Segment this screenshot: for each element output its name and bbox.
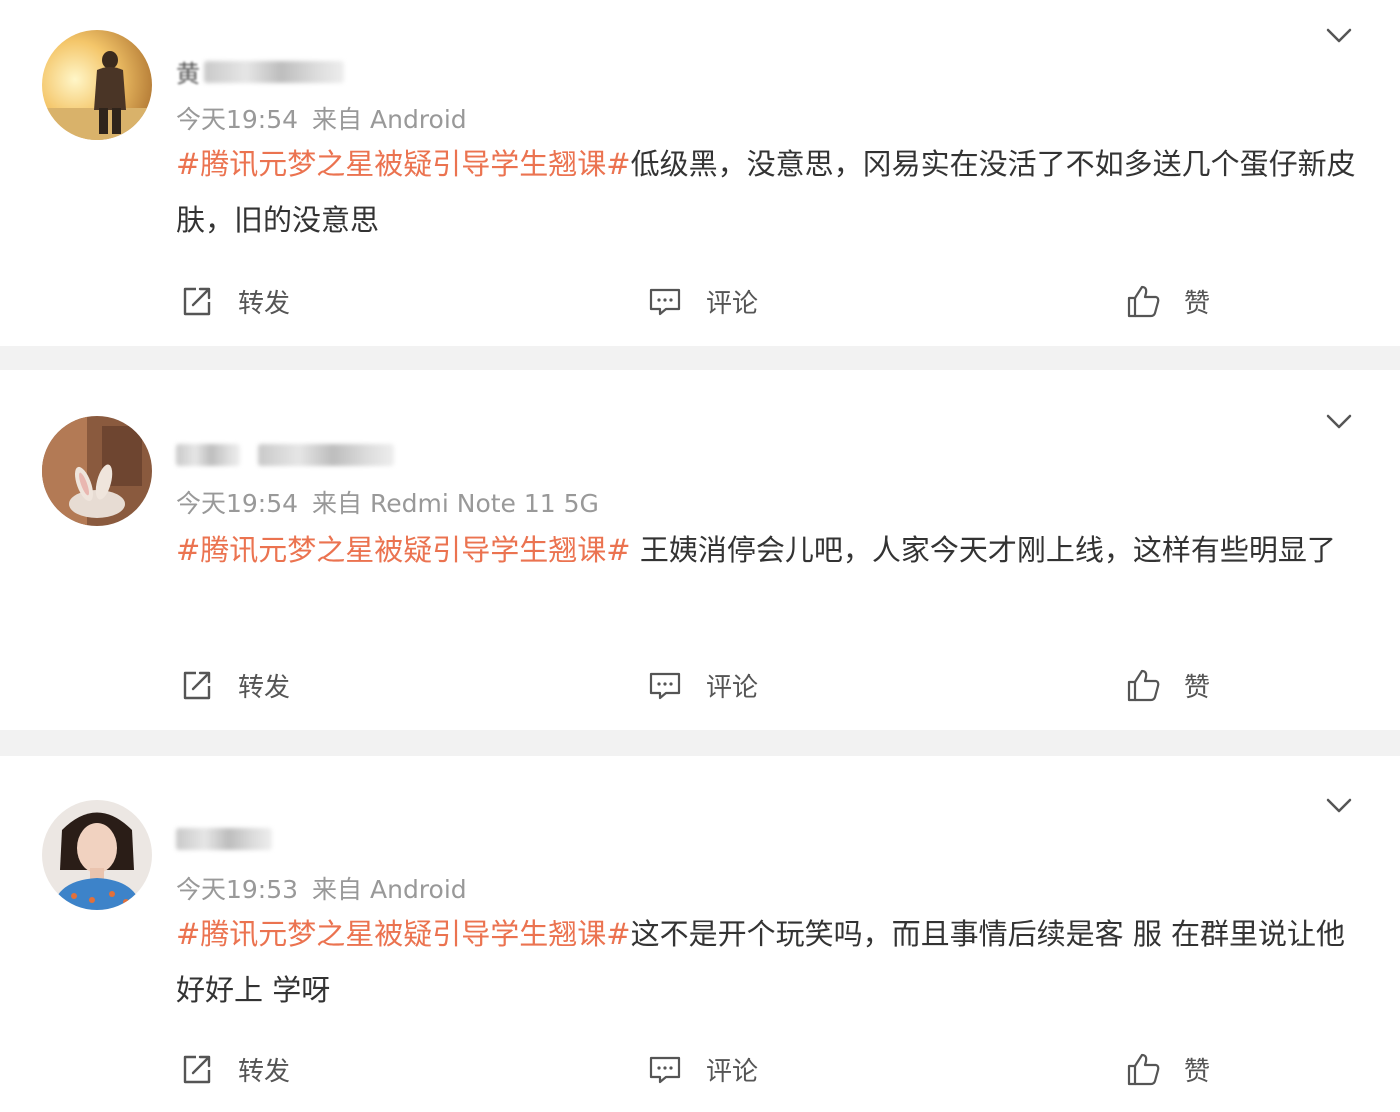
username[interactable] [176,824,272,854]
action-bar: 转发 评论 赞 [0,660,1400,710]
action-bar: 转发 评论 赞 [0,1044,1400,1094]
topic-link[interactable]: #腾讯元梦之星被疑引导学生翘课# [176,917,631,951]
like-label: 赞 [1184,1056,1211,1087]
post-meta: 今天19:54 来自 Android [176,100,467,136]
post-meta: 今天19:54 来自 Redmi Note 11 5G [176,484,599,520]
username-blur [204,60,344,83]
post-source: 来自 Android [312,105,467,134]
comment-button[interactable]: 评论 [646,1044,758,1094]
post-content: #腾讯元梦之星被疑引导学生翘课# 王姨消停会儿吧，人家今天才刚上线，这样有些明显… [176,522,1366,578]
action-bar: 转发 评论 赞 [0,276,1400,326]
forward-button[interactable]: 转发 [178,660,290,710]
post-text: 王姨消停会儿吧，人家今天才刚上线，这样有些明显了 [630,533,1336,567]
post-card: 今天19:54 来自 Redmi Note 11 5G #腾讯元梦之星被疑引导学生… [0,370,1400,730]
post-card: 黄 今天19:54 来自 Android #腾讯元梦之星被疑引导学生翘课#低级黑，… [0,0,1400,346]
comment-icon [649,1056,681,1084]
avatar[interactable] [42,416,152,526]
forward-button[interactable]: 转发 [178,276,290,326]
post-source: 来自 Redmi Note 11 5G [312,489,599,518]
forward-icon [183,671,211,700]
username-blur [258,444,394,466]
thumbs-up-icon [1127,285,1160,318]
like-label: 赞 [1184,672,1211,703]
post-card: 今天19:53 来自 Android #腾讯元梦之星被疑引导学生翘课#这不是开个玩… [0,756,1400,1112]
comment-label: 评论 [706,672,759,703]
avatar[interactable] [42,30,152,140]
forward-button[interactable]: 转发 [178,1044,290,1094]
forward-label: 转发 [238,1056,291,1087]
comment-icon [649,672,681,700]
comment-button[interactable]: 评论 [646,276,758,326]
avatar-image [42,800,152,910]
avatar-image [42,30,152,140]
username[interactable]: 黄 [176,54,344,88]
forward-icon [183,1055,211,1084]
comment-icon [649,288,681,316]
comment-feed: 黄 今天19:54 来自 Android #腾讯元梦之星被疑引导学生翘课#低级黑，… [0,0,1400,1112]
topic-link[interactable]: #腾讯元梦之星被疑引导学生翘课# [176,533,631,567]
username[interactable] [176,440,394,470]
username-blur [176,828,272,850]
avatar[interactable] [42,800,152,910]
comment-button[interactable]: 评论 [646,660,758,710]
forward-icon [183,287,211,316]
thumbs-up-icon [1127,669,1160,702]
comment-label: 评论 [706,1056,759,1087]
post-time: 今天19:53 [176,875,299,904]
like-button[interactable]: 赞 [1124,1044,1210,1094]
avatar-image [42,416,152,526]
post-meta: 今天19:53 来自 Android [176,870,467,906]
chevron-down-icon[interactable] [1324,20,1354,50]
like-button[interactable]: 赞 [1124,660,1210,710]
like-label: 赞 [1184,288,1211,319]
thumbs-up-icon [1127,1053,1160,1086]
forward-label: 转发 [238,288,291,319]
comment-label: 评论 [706,288,759,319]
chevron-down-icon[interactable] [1324,790,1354,820]
forward-label: 转发 [238,672,291,703]
chevron-down-icon[interactable] [1324,406,1354,436]
post-time: 今天19:54 [176,489,299,518]
post-time: 今天19:54 [176,105,299,134]
username-blur [176,444,240,466]
post-source: 来自 Android [312,875,467,904]
post-content: #腾讯元梦之星被疑引导学生翘课#低级黑，没意思，冈易实在没活了不如多送几个蛋仔新… [176,136,1366,248]
like-button[interactable]: 赞 [1124,276,1210,326]
post-content: #腾讯元梦之星被疑引导学生翘课#这不是开个玩笑吗，而且事情后续是客 服 在群里说… [176,906,1366,1018]
topic-link[interactable]: #腾讯元梦之星被疑引导学生翘课# [176,147,631,181]
